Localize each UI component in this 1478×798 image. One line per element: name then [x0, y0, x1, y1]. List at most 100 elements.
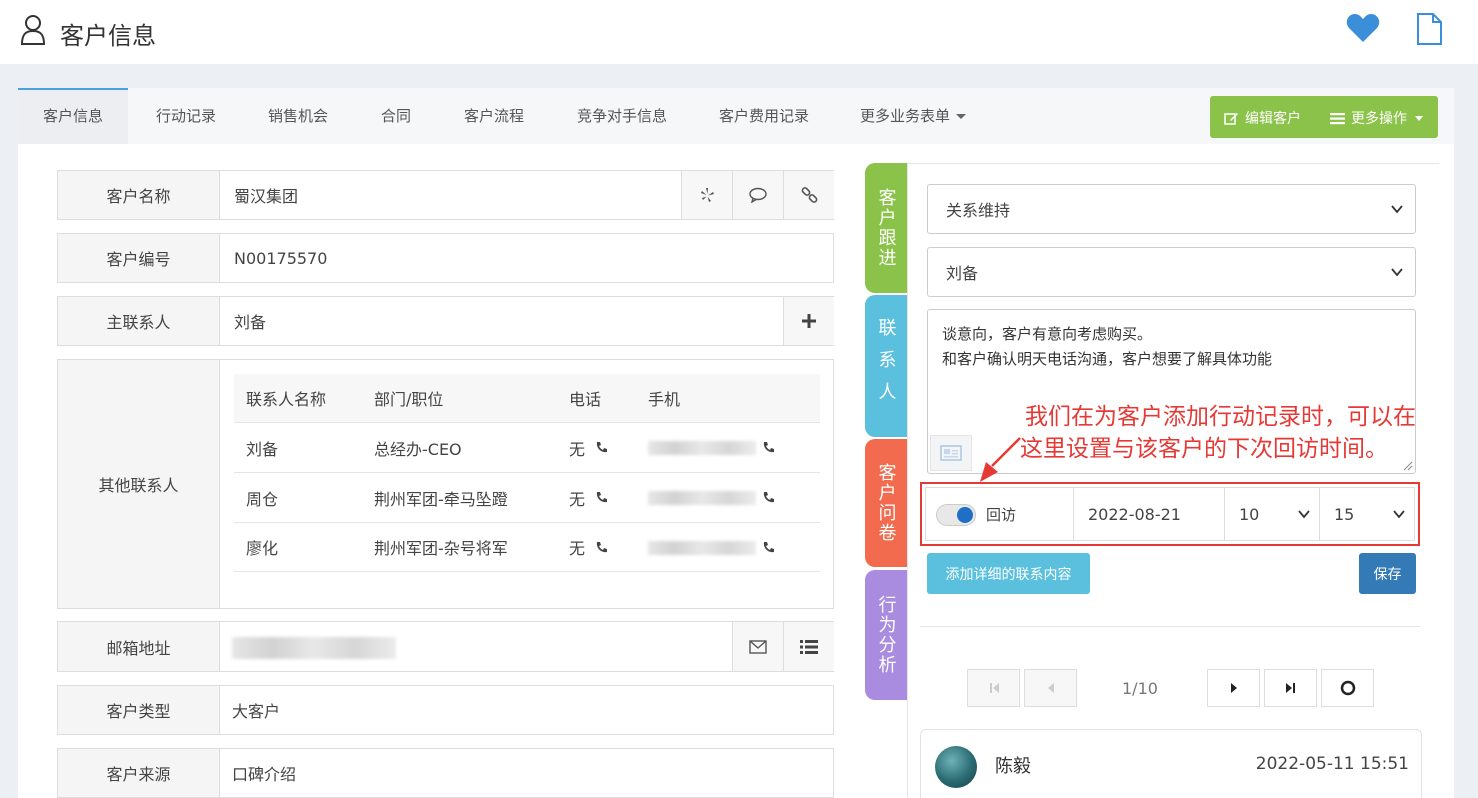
top-bar: 客户信息 — [0, 0, 1478, 64]
page-title: 客户信息 — [60, 22, 156, 50]
customer-no-row: 客户编号 N00175570 — [57, 233, 834, 283]
last-page-icon — [1285, 683, 1295, 693]
caret-down-icon — [1415, 115, 1423, 121]
col-contact-name: 联系人名称 — [246, 390, 327, 409]
image-icon — [940, 445, 962, 461]
record-time: 2022-05-11 15:51 — [1255, 754, 1409, 774]
col-department: 部门/职位 — [374, 390, 444, 409]
link-button[interactable] — [783, 171, 834, 219]
menu-icon — [1330, 112, 1345, 124]
prev-page-icon — [1047, 683, 1054, 693]
table-row: 廖化 荆州军团-杂号将军 无 — [234, 522, 820, 572]
envelope-icon — [749, 639, 767, 654]
mobile-blurred — [648, 441, 756, 455]
customer-name-row: 客户名称 蜀汉集团 — [57, 170, 834, 220]
revisit-hour-select[interactable]: 10 — [1224, 488, 1320, 540]
tab-customer-process[interactable]: 客户流程 — [452, 88, 536, 144]
heart-icon[interactable] — [1346, 13, 1380, 43]
yelp-icon — [701, 188, 714, 202]
next-page-icon — [1230, 683, 1237, 693]
circle-icon — [1340, 680, 1355, 696]
prev-page-button[interactable] — [1024, 669, 1077, 707]
customer-source-row: 客户来源 口碑介绍 — [57, 748, 834, 798]
more-actions-button[interactable]: 更多操作 — [1330, 108, 1423, 128]
customer-type-value: 大客户 — [232, 702, 281, 721]
phone-icon[interactable] — [595, 491, 608, 504]
last-page-button[interactable] — [1264, 669, 1317, 707]
side-tab-customer-followup[interactable]: 客户跟进 — [865, 163, 907, 293]
add-detail-button[interactable]: 添加详细的联系内容 — [927, 553, 1090, 594]
followup-contact-select[interactable]: 刘备 — [927, 247, 1416, 297]
side-tab-label: 联系人 — [875, 318, 897, 414]
tab-contracts[interactable]: 合同 — [368, 88, 424, 144]
edit-customer-button[interactable]: 编辑客户 — [1224, 108, 1301, 128]
record-card[interactable]: 陈毅 2022-05-11 15:51 — [920, 729, 1422, 798]
col-mobile: 手机 — [648, 390, 681, 409]
save-button[interactable]: 保存 — [1359, 553, 1416, 594]
send-email-button[interactable] — [732, 622, 783, 671]
first-page-icon — [989, 683, 999, 693]
side-tab-label: 行为分析 — [875, 595, 897, 675]
tab-customer-costs[interactable]: 客户费用记录 — [708, 88, 820, 144]
annotation-text: 我们在为客户添加行动记录时，可以在 这里设置与该客户的下次回访时间。 — [996, 401, 1416, 465]
other-contacts-row: 其他联系人 联系人名称 部门/职位 电话 手机 刘备 总经办-CEO 无 周仓 … — [57, 359, 834, 609]
customer-no-label: 客户编号 — [58, 234, 220, 282]
insert-image-button[interactable] — [930, 435, 972, 471]
revisit-row: 回访 2022-08-21 10 15 — [925, 487, 1415, 541]
tab-action-records[interactable]: 行动记录 — [144, 88, 228, 144]
followup-type-select[interactable]: 关系维持 — [927, 184, 1416, 234]
note-line-1: 谈意向，客户有意向考虑购买。 — [942, 325, 1153, 343]
followup-contact-value: 刘备 — [946, 264, 979, 283]
side-tab-behavior[interactable]: 行为分析 — [865, 570, 907, 700]
mobile-blurred — [648, 541, 756, 555]
tab-competitors[interactable]: 竞争对手信息 — [564, 88, 680, 144]
comment-icon — [749, 187, 767, 203]
phone-icon[interactable] — [595, 441, 608, 454]
refresh-button[interactable] — [1321, 669, 1374, 707]
revisit-toggle[interactable] — [936, 504, 976, 526]
phone-value: 无 — [569, 439, 586, 459]
tab-customer-info[interactable]: 客户信息 — [18, 88, 128, 144]
side-tab-contacts[interactable]: 联系人 — [865, 295, 907, 437]
chevron-down-icon — [1391, 268, 1403, 277]
chevron-down-icon — [1393, 510, 1405, 519]
phone-icon[interactable] — [762, 441, 775, 454]
tab-sales-opportunities[interactable]: 销售机会 — [256, 88, 340, 144]
customer-type-label: 客户类型 — [58, 686, 220, 734]
yelp-button[interactable] — [681, 171, 732, 219]
contact-dept: 荆州军团-牵马坠蹬 — [374, 489, 508, 509]
add-contact-button[interactable] — [783, 297, 834, 345]
document-icon[interactable] — [1414, 12, 1444, 46]
comment-button[interactable] — [732, 171, 783, 219]
phone-icon[interactable] — [762, 491, 775, 504]
customer-source-value: 口碑介绍 — [232, 765, 297, 784]
caret-down-icon — [956, 114, 966, 119]
phone-icon[interactable] — [762, 541, 775, 554]
list-button[interactable] — [783, 622, 834, 671]
revisit-date-input[interactable]: 2022-08-21 — [1073, 488, 1225, 540]
side-tab-questionnaire[interactable]: 客户问卷 — [865, 439, 907, 567]
side-tab-label: 客户跟进 — [875, 188, 897, 268]
phone-icon[interactable] — [595, 541, 608, 554]
contact-dept: 荆州军团-杂号将军 — [374, 539, 508, 558]
side-tab-label: 客户问卷 — [875, 463, 897, 543]
main-contact-row: 主联系人 刘备 — [57, 296, 834, 346]
first-page-button[interactable] — [967, 669, 1020, 707]
other-contacts-label: 其他联系人 — [58, 360, 220, 608]
email-row: 邮箱地址 — [57, 621, 834, 672]
customer-type-row: 客户类型 大客户 — [57, 685, 834, 735]
divider — [920, 626, 1420, 627]
revisit-minute-select[interactable]: 15 — [1319, 488, 1415, 540]
plus-icon — [802, 314, 816, 328]
contact-phone: 无 — [569, 473, 608, 522]
record-author: 陈毅 — [995, 756, 1031, 777]
email-blurred — [232, 637, 396, 659]
chevron-down-icon — [1298, 510, 1310, 519]
avatar — [935, 746, 977, 788]
customer-name-label: 客户名称 — [58, 171, 220, 219]
next-page-button[interactable] — [1207, 669, 1260, 707]
tab-more-forms[interactable]: 更多业务表单 — [850, 88, 976, 144]
revisit-label: 回访 — [986, 506, 1017, 524]
col-phone: 电话 — [569, 390, 602, 409]
main-contact-value: 刘备 — [234, 313, 267, 332]
